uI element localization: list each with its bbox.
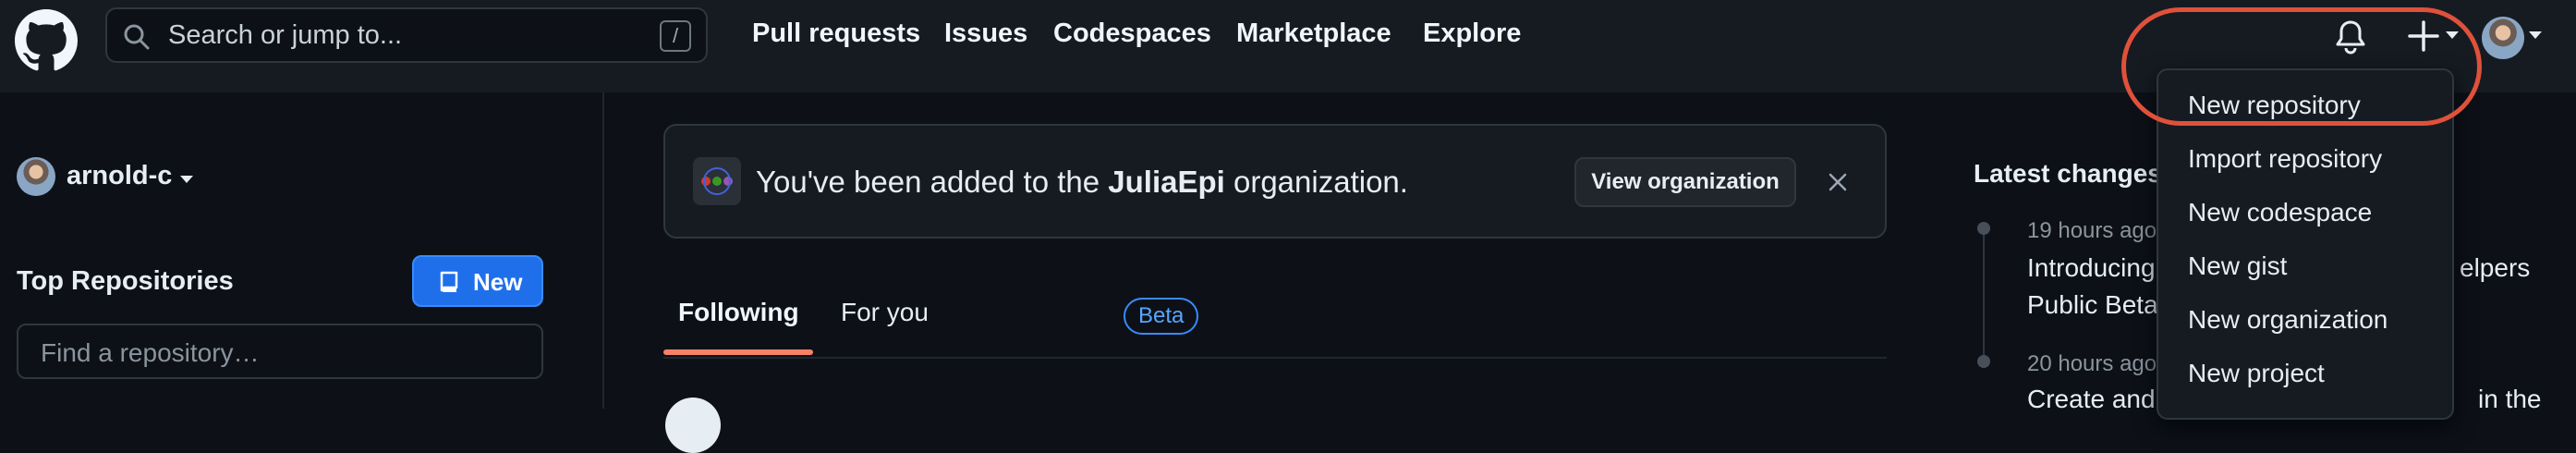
new-button-label: New <box>473 268 523 296</box>
banner-text-prefix: You've been added to the <box>756 165 1109 199</box>
changelog-time: 20 hours ago <box>2027 351 2157 376</box>
avatar <box>17 157 55 196</box>
changelog-title-tail[interactable]: elpers <box>2460 253 2530 283</box>
search-placeholder: Search or jump to... <box>168 20 403 50</box>
tab-for-you[interactable]: For you Beta <box>841 298 1199 335</box>
repo-icon <box>440 271 458 293</box>
tab-for-you-label: For you <box>841 298 929 326</box>
menu-item-new-project[interactable]: New project <box>2188 359 2325 388</box>
github-logo-icon[interactable] <box>15 9 78 72</box>
banner-message: You've been added to the JuliaEpi organi… <box>756 165 1408 200</box>
timeline-line <box>1983 229 1985 359</box>
close-icon[interactable] <box>1828 172 1848 192</box>
organization-logo-icon <box>693 157 741 205</box>
nav-marketplace[interactable]: Marketplace <box>1236 18 1391 49</box>
changelog-title-tail[interactable]: in the <box>2478 385 2542 414</box>
banner-org-name: JuliaEpi <box>1108 165 1225 199</box>
search-icon <box>124 24 150 50</box>
view-organization-button[interactable]: View organization <box>1574 157 1796 207</box>
nav-codespaces[interactable]: Codespaces <box>1053 18 1211 49</box>
search-shortcut-key: / <box>660 20 691 52</box>
chevron-down-icon <box>180 176 193 183</box>
latest-changes-heading: Latest changes <box>1974 159 2162 188</box>
timeline-dot <box>1977 222 1990 235</box>
find-repository-input[interactable]: Find a repository… <box>17 324 543 379</box>
menu-item-new-codespace[interactable]: New codespace <box>2188 198 2372 227</box>
changelog-time: 19 hours ago <box>2027 218 2157 243</box>
changelog-title-line[interactable]: Create and <box>2027 385 2156 414</box>
beta-badge: Beta <box>1124 298 1199 335</box>
new-repository-button[interactable]: New <box>412 255 543 307</box>
nav-pull-requests[interactable]: Pull requests <box>752 18 920 49</box>
changelog-title-line[interactable]: Introducing <box>2027 253 2156 283</box>
chevron-down-icon[interactable] <box>2528 30 2543 41</box>
changelog-title-line[interactable]: Public Beta <box>2027 290 2158 320</box>
find-repository-placeholder: Find a repository… <box>41 338 260 367</box>
sidebar-divider <box>602 92 604 409</box>
tab-following[interactable]: Following <box>678 298 799 327</box>
org-added-banner: You've been added to the JuliaEpi organi… <box>663 124 1887 239</box>
top-repositories-heading: Top Repositories <box>17 266 234 296</box>
global-search-input[interactable]: Search or jump to... / <box>105 7 708 63</box>
nav-issues[interactable]: Issues <box>944 18 1027 49</box>
menu-item-new-organization[interactable]: New organization <box>2188 305 2388 335</box>
active-tab-indicator <box>663 349 813 355</box>
nav-explore[interactable]: Explore <box>1423 18 1521 49</box>
menu-item-new-gist[interactable]: New gist <box>2188 251 2287 281</box>
feed-item-avatar[interactable] <box>665 398 721 453</box>
annotation-highlight-circle <box>2121 7 2482 126</box>
feed-tabs: Following For you Beta <box>663 292 1887 359</box>
timeline-dot <box>1977 355 1990 368</box>
menu-item-import-repository[interactable]: Import repository <box>2188 144 2382 174</box>
username-label: arnold-c <box>67 161 173 190</box>
banner-text-suffix: organization. <box>1224 165 1408 199</box>
user-avatar[interactable] <box>2482 17 2524 59</box>
